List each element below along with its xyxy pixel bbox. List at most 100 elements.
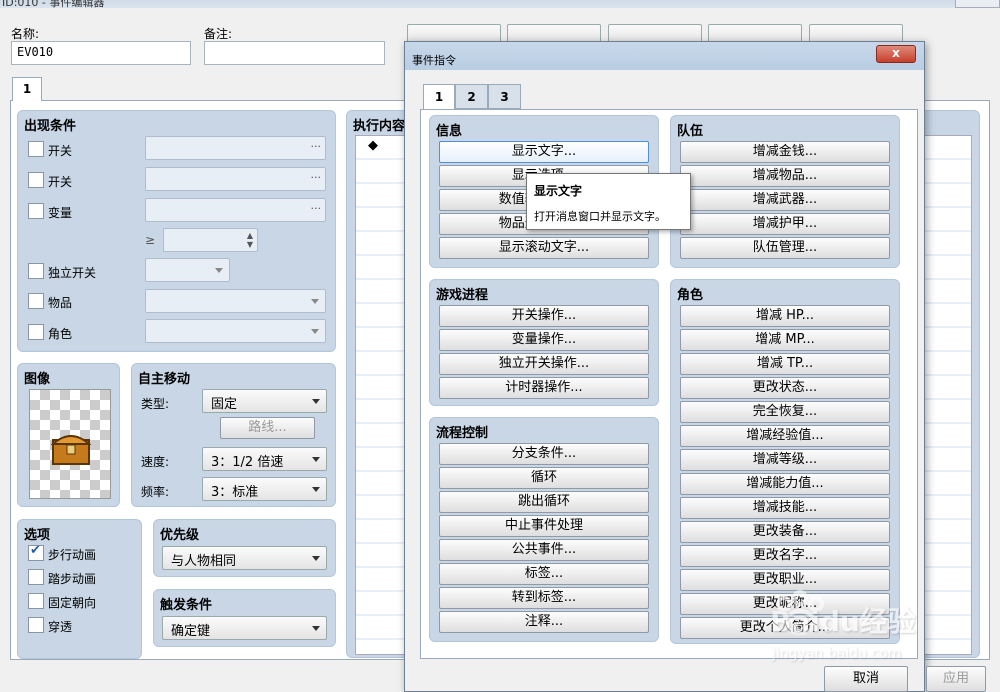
change-parameter-button[interactable]: 增减能力值... — [680, 473, 890, 495]
move-type-select[interactable]: 固定 — [202, 389, 327, 413]
dialog-close-button[interactable]: x — [876, 45, 916, 63]
scrolling-text-button[interactable]: 显示滚动文字... — [439, 237, 649, 259]
trigger-title: 触发条件 — [160, 598, 213, 613]
self-switch-select[interactable] — [145, 258, 230, 282]
change-weapons-button[interactable]: 增减武器... — [680, 189, 890, 211]
priority-panel: 优先级 与人物相同 — [153, 519, 336, 577]
page-tab-1[interactable]: 1 — [12, 77, 42, 101]
walking-anim-label: 步行动画 — [48, 548, 97, 562]
tooltip-body: 打开消息窗口并显示文字。 — [534, 210, 666, 223]
self-switch-checkbox[interactable] — [28, 263, 44, 279]
comment-button[interactable]: 注释... — [439, 611, 649, 633]
actor-select[interactable] — [145, 319, 326, 343]
trigger-panel: 触发条件 确定键 — [153, 589, 336, 647]
variable-value-spinner[interactable]: ▲ ▼ — [163, 228, 258, 252]
watermark-url: jingyan.baidu.com — [772, 646, 902, 662]
editor-titlebar: ID:010 - 事件编辑器 — [0, 0, 1000, 8]
timer-op-button[interactable]: 计时器操作... — [439, 377, 649, 399]
window-title: ID:010 - 事件编辑器 — [2, 0, 105, 8]
change-hp-button[interactable]: 增减 HP... — [680, 305, 890, 327]
actor-checkbox[interactable] — [28, 324, 44, 340]
speed-label: 速度: — [141, 455, 170, 469]
variable-label: 变量 — [48, 206, 73, 220]
dialog-titlebar: 事件指令 x — [405, 42, 924, 70]
treasure-chest-icon — [51, 435, 91, 465]
stepping-anim-checkbox[interactable] — [28, 569, 44, 585]
cmd-tab-1[interactable]: 1 — [423, 84, 455, 110]
change-skill-button[interactable]: 增减技能... — [680, 497, 890, 519]
dialog-title: 事件指令 — [412, 54, 456, 67]
change-mp-button[interactable]: 增减 MP... — [680, 329, 890, 351]
apply-button[interactable]: 应用 — [926, 666, 986, 692]
tooltip: 显示文字 打开消息窗口并显示文字。 — [526, 173, 691, 230]
variable-checkbox[interactable] — [28, 203, 44, 219]
self-switch-op-button[interactable]: 独立开关操作... — [439, 353, 649, 375]
group-actor-title: 角色 — [677, 288, 704, 303]
priority-select[interactable]: 与人物相同 — [162, 546, 327, 570]
cmd-tab-3[interactable]: 3 — [488, 84, 521, 109]
exit-event-button[interactable]: 中止事件处理 — [439, 515, 649, 537]
direction-fix-checkbox[interactable] — [28, 593, 44, 609]
route-button[interactable]: 路线... — [220, 417, 315, 439]
change-armors-button[interactable]: 增减护甲... — [680, 213, 890, 235]
group-info-title: 信息 — [436, 124, 463, 139]
jump-to-label-button[interactable]: 转到标签... — [439, 587, 649, 609]
switch2-dots-icon: ··· — [310, 171, 322, 184]
stepping-anim-label: 踏步动画 — [48, 572, 97, 586]
actor-label: 角色 — [48, 327, 73, 341]
contents-title: 执行内容 — [353, 119, 406, 134]
label-button[interactable]: 标签... — [439, 563, 649, 585]
switch2-label: 开关 — [48, 175, 73, 189]
change-name-button[interactable]: 更改名字... — [680, 545, 890, 567]
switch2-field[interactable]: ··· — [145, 167, 326, 191]
move-type-label: 类型: — [141, 397, 170, 411]
name-input[interactable]: EV010 — [11, 41, 191, 65]
through-checkbox[interactable] — [28, 617, 44, 633]
change-exp-button[interactable]: 增减经验值... — [680, 425, 890, 447]
switch2-checkbox[interactable] — [28, 172, 44, 188]
list-item[interactable]: ◆ — [368, 138, 378, 153]
event-commands-dialog: 事件指令 x 1 2 3 信息 显示文字... 显示选项... 数值输入处理..… — [404, 41, 925, 692]
switch1-label: 开关 — [48, 144, 73, 158]
self-switch-label: 独立开关 — [48, 266, 97, 280]
variable-field[interactable]: ··· — [145, 198, 326, 222]
variable-op-button[interactable]: 变量操作... — [439, 329, 649, 351]
conditional-branch-button[interactable]: 分支条件... — [439, 443, 649, 465]
show-text-button[interactable]: 显示文字... — [439, 141, 649, 163]
change-state-button[interactable]: 更改状态... — [680, 377, 890, 399]
switch1-field[interactable]: ··· — [145, 136, 326, 160]
change-items-button[interactable]: 增减物品... — [680, 165, 890, 187]
freq-label: 频率: — [141, 485, 170, 499]
conditions-title: 出现条件 — [24, 119, 77, 134]
party-member-button[interactable]: 队伍管理... — [680, 237, 890, 259]
note-label: 备注: — [204, 27, 233, 41]
group-party: 队伍 增减金钱... 增减物品... 增减武器... 增减护甲... 队伍管理.… — [670, 115, 900, 268]
speed-select[interactable]: 3：1/2 倍速 — [202, 447, 327, 471]
break-loop-button[interactable]: 跳出循环 — [439, 491, 649, 513]
walking-anim-checkbox[interactable] — [28, 543, 44, 561]
freq-select[interactable]: 3：标准 — [202, 477, 327, 501]
direction-fix-label: 固定朝向 — [48, 596, 97, 610]
switch-op-button[interactable]: 开关操作... — [439, 305, 649, 327]
change-gold-button[interactable]: 增减金钱... — [680, 141, 890, 163]
cmd-tab-2[interactable]: 2 — [455, 84, 488, 109]
change-level-button[interactable]: 增减等级... — [680, 449, 890, 471]
name-label: 名称: — [11, 27, 40, 41]
event-image[interactable] — [29, 389, 111, 499]
recover-all-button[interactable]: 完全恢复... — [680, 401, 890, 423]
switch1-dots-icon: ··· — [310, 140, 322, 153]
item-select[interactable] — [145, 289, 326, 313]
group-party-title: 队伍 — [677, 124, 704, 139]
common-event-button[interactable]: 公共事件... — [439, 539, 649, 561]
through-label: 穿透 — [48, 620, 73, 634]
trigger-select[interactable]: 确定键 — [162, 616, 327, 640]
change-equipment-button[interactable]: 更改装备... — [680, 521, 890, 543]
cancel-button[interactable]: 取消 — [824, 666, 908, 692]
note-input[interactable] — [204, 41, 385, 65]
item-checkbox[interactable] — [28, 293, 44, 309]
options-panel: 选项 步行动画 踏步动画 固定朝向 穿透 — [17, 519, 142, 659]
change-tp-button[interactable]: 增减 TP... — [680, 353, 890, 375]
window-close-button[interactable] — [955, 0, 1000, 8]
switch1-checkbox[interactable] — [28, 141, 44, 157]
loop-button[interactable]: 循环 — [439, 467, 649, 489]
